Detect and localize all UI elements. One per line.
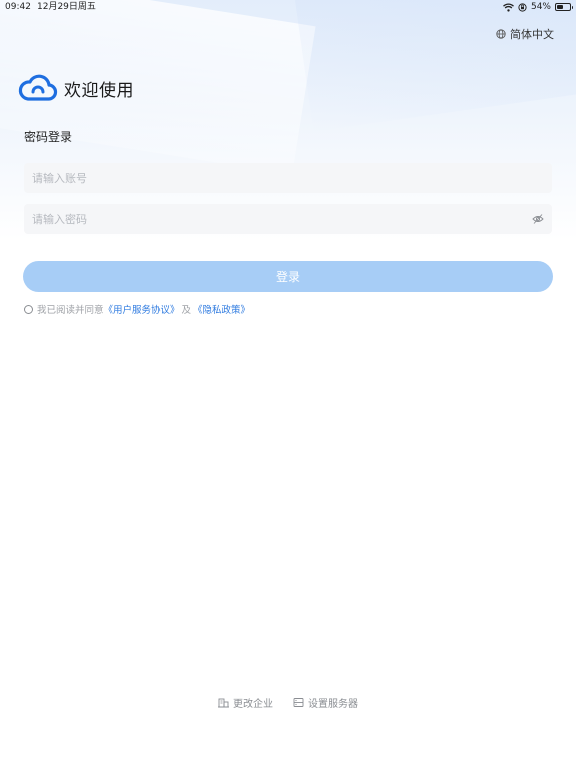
account-input[interactable] xyxy=(24,163,520,193)
agreement-checkbox[interactable] xyxy=(24,304,33,314)
language-label: 简体中文 xyxy=(510,28,554,41)
password-field[interactable] xyxy=(24,204,552,234)
change-company-label: 更改企业 xyxy=(233,699,273,710)
status-indicators: 54% xyxy=(503,0,573,14)
change-company-button[interactable]: 更改企业 xyxy=(218,695,273,710)
status-bar: 09:42 12月29日周五 54% xyxy=(0,0,576,14)
status-date: 12月29日周五 xyxy=(37,2,96,12)
login-button[interactable]: 登录 xyxy=(23,261,553,292)
language-switch[interactable]: 简体中文 xyxy=(496,26,554,42)
orientation-lock-icon xyxy=(518,2,527,12)
login-mode-label: 密码登录 xyxy=(24,130,73,144)
account-field[interactable] xyxy=(24,163,552,193)
wifi-icon xyxy=(503,2,514,12)
agreement-conjunction: 及 xyxy=(181,305,192,316)
cloud-logo-icon xyxy=(18,74,58,101)
brand-header: 欢迎使用 xyxy=(18,72,134,104)
server-settings-button[interactable]: 设置服务器 xyxy=(293,695,358,710)
password-input[interactable] xyxy=(24,204,520,234)
globe-icon xyxy=(496,29,506,39)
agreement-row: 我已阅读并同意 《用户服务协议》 及 《隐私政策》 xyxy=(24,302,250,316)
battery-icon xyxy=(555,3,573,11)
battery-percent: 54% xyxy=(530,2,551,12)
user-agreement-link[interactable]: 《用户服务协议》 xyxy=(104,302,180,316)
building-icon xyxy=(218,698,229,708)
status-time: 09:42 xyxy=(5,2,31,12)
battery-fill xyxy=(557,5,564,9)
eye-off-icon[interactable] xyxy=(532,213,544,225)
agreement-prefix: 我已阅读并同意 xyxy=(37,305,104,316)
server-icon xyxy=(293,698,304,707)
welcome-title: 欢迎使用 xyxy=(64,80,134,101)
server-settings-label: 设置服务器 xyxy=(308,699,358,710)
footer-actions: 更改企业 设置服务器 xyxy=(0,695,576,710)
privacy-policy-link[interactable]: 《隐私政策》 xyxy=(193,302,250,316)
